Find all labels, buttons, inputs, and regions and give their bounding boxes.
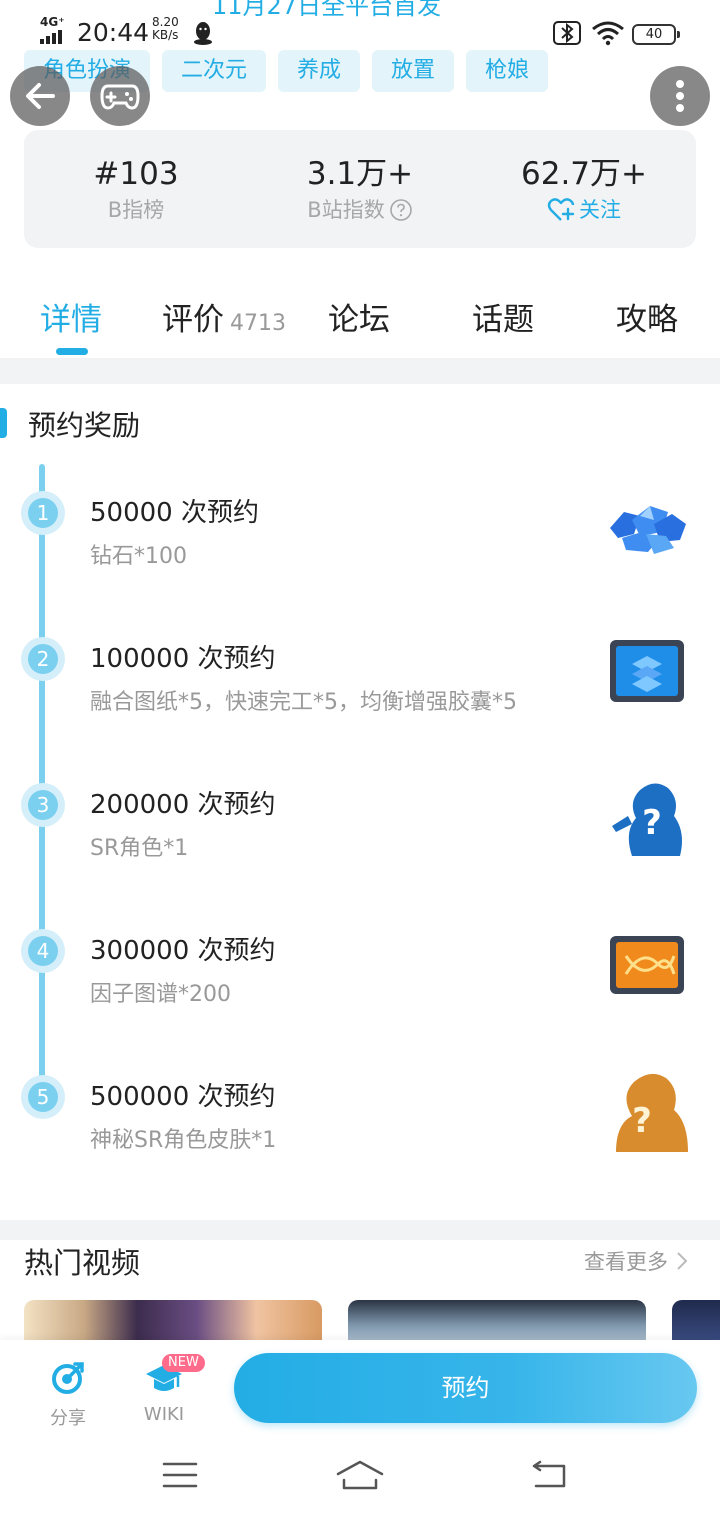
videos-title: 热门视频 bbox=[24, 1246, 141, 1280]
wiki-button[interactable]: NEW WIKI bbox=[136, 1354, 205, 1425]
see-more-label: 查看更多 bbox=[584, 1250, 668, 1274]
reward-desc: 因子图谱*200 bbox=[90, 982, 231, 1007]
tab-bar: 详情 评价 4713 论坛 话题 攻略 bbox=[0, 284, 720, 358]
reward-item: 3 200000 次预约 SR角色*1 ? bbox=[0, 782, 720, 928]
chevron-right-icon bbox=[677, 1252, 688, 1270]
home-icon[interactable] bbox=[336, 1460, 384, 1492]
follow-label: 关注 bbox=[579, 198, 621, 222]
follow-button[interactable]: 关注 bbox=[547, 194, 621, 226]
rewards-title: 预约奖励 bbox=[28, 409, 141, 442]
share-icon bbox=[52, 1362, 84, 1394]
reward-desc: 钻石*100 bbox=[90, 544, 187, 569]
tab-indicator bbox=[56, 348, 88, 355]
divider bbox=[0, 358, 720, 384]
milestone-number: 1 bbox=[36, 501, 50, 525]
tab-details[interactable]: 详情 bbox=[40, 294, 102, 339]
reward-desc: 融合图纸*5，快速完工*5，均衡增强胶囊*5 bbox=[90, 690, 517, 715]
wiki-label: WIKI bbox=[143, 1404, 185, 1425]
section-marker bbox=[0, 408, 7, 438]
follow-stat[interactable]: 62.7万+ 关注 bbox=[472, 130, 696, 248]
tag-item[interactable]: 放置 bbox=[372, 50, 455, 92]
wifi-icon bbox=[592, 21, 624, 46]
speed-unit: KB/s bbox=[152, 28, 179, 42]
reward-desc: SR角色*1 bbox=[90, 836, 189, 861]
tab-label: 攻略 bbox=[616, 302, 678, 338]
milestone-number: 3 bbox=[36, 793, 50, 817]
review-count: 4713 bbox=[230, 311, 286, 336]
tab-guides[interactable]: 攻略 bbox=[616, 294, 678, 339]
reward-title: 100000 次预约 bbox=[90, 644, 276, 674]
share-button[interactable]: 分享 bbox=[40, 1360, 96, 1430]
tab-topics[interactable]: 话题 bbox=[472, 294, 534, 339]
reward-desc: 神秘SR角色皮肤*1 bbox=[90, 1128, 277, 1153]
back-nav-icon[interactable] bbox=[530, 1460, 568, 1492]
share-label: 分享 bbox=[50, 1408, 86, 1429]
tag-item[interactable]: 枪娘 bbox=[466, 50, 549, 92]
follow-count: 62.7万+ bbox=[521, 156, 647, 192]
reward-item: 1 50000 次预约 钻石*100 bbox=[0, 490, 720, 636]
tab-label: 详情 bbox=[40, 302, 102, 338]
tab-label: 论坛 bbox=[328, 302, 390, 338]
qq-icon bbox=[194, 22, 212, 45]
rank-label: B指榜 bbox=[108, 194, 164, 226]
header: 11月27日全平台首发 4G⁺ 20:44 8.20 KB/s 40 角色扮演 bbox=[0, 0, 720, 130]
bottom-action-bar: 分享 NEW WIKI 预约 bbox=[0, 1340, 720, 1436]
diamonds-icon bbox=[610, 506, 686, 554]
rank-label-text: B指榜 bbox=[107, 198, 165, 222]
reward-item: 2 100000 次预约 融合图纸*5，快速完工*5，均衡增强胶囊*5 bbox=[0, 636, 720, 782]
more-button[interactable] bbox=[650, 66, 710, 126]
divider bbox=[0, 1220, 720, 1240]
network-type: 4G⁺ bbox=[40, 15, 65, 29]
reward-title: 200000 次预约 bbox=[90, 790, 276, 820]
reward-title: 50000 次预约 bbox=[90, 498, 259, 528]
reward-item: 5 500000 次预约 神秘SR角色皮肤*1 ? bbox=[0, 1073, 720, 1220]
tag-item[interactable]: 养成 bbox=[278, 50, 361, 92]
arrow-left-icon bbox=[26, 83, 55, 109]
index-label-text: B站指数 bbox=[307, 198, 385, 222]
dna-chart-icon bbox=[610, 936, 684, 994]
system-nav-bar bbox=[0, 1436, 720, 1520]
reward-item: 4 300000 次预约 因子图谱*200 bbox=[0, 928, 720, 1074]
see-more-link[interactable]: 查看更多 bbox=[584, 1246, 688, 1276]
mystery-character-icon: ? bbox=[612, 783, 682, 856]
bluetooth-icon bbox=[553, 21, 581, 45]
index-stat[interactable]: 3.1万+ B站指数 bbox=[248, 130, 472, 248]
tab-label: 话题 bbox=[472, 302, 534, 338]
menu-icon[interactable] bbox=[162, 1460, 198, 1490]
rank-value: #103 bbox=[93, 156, 179, 192]
gamepad-icon bbox=[100, 84, 140, 110]
help-icon[interactable] bbox=[389, 198, 413, 222]
tab-label: 评价 bbox=[162, 302, 224, 338]
network-speed: 8.20 KB/s bbox=[152, 16, 179, 42]
battery-icon: 40 bbox=[632, 24, 680, 45]
tag-item[interactable]: 二次元 bbox=[162, 50, 267, 92]
clock: 20:44 bbox=[77, 18, 150, 47]
tab-forum[interactable]: 论坛 bbox=[328, 294, 390, 339]
reserve-button[interactable]: 预约 bbox=[234, 1353, 697, 1423]
heart-plus-icon bbox=[547, 198, 575, 221]
rank-stat[interactable]: #103 B指榜 bbox=[24, 130, 248, 248]
svg-text:?: ? bbox=[642, 803, 662, 843]
stats-card: #103 B指榜 3.1万+ B站指数 62.7万+ 关注 bbox=[24, 130, 696, 248]
back-button[interactable] bbox=[10, 66, 70, 126]
index-value: 3.1万+ bbox=[306, 156, 414, 192]
new-badge: NEW bbox=[162, 1354, 205, 1372]
more-vertical-icon bbox=[676, 80, 684, 112]
milestone-number: 5 bbox=[36, 1085, 50, 1109]
blueprint-icon bbox=[610, 640, 684, 702]
milestone-number: 2 bbox=[36, 647, 50, 671]
mystery-skin-icon: ? bbox=[616, 1073, 688, 1152]
status-bar: 4G⁺ 20:44 8.20 KB/s 40 bbox=[0, 6, 720, 48]
tab-reviews[interactable]: 评价 4713 bbox=[162, 294, 286, 339]
reward-title: 300000 次预约 bbox=[90, 936, 276, 966]
milestone-number: 4 bbox=[36, 939, 50, 963]
index-label: B站指数 bbox=[307, 194, 412, 226]
svg-text:?: ? bbox=[632, 1101, 652, 1141]
signal-icon bbox=[40, 30, 68, 44]
reward-title: 500000 次预约 bbox=[90, 1082, 276, 1112]
game-button[interactable] bbox=[90, 66, 150, 126]
